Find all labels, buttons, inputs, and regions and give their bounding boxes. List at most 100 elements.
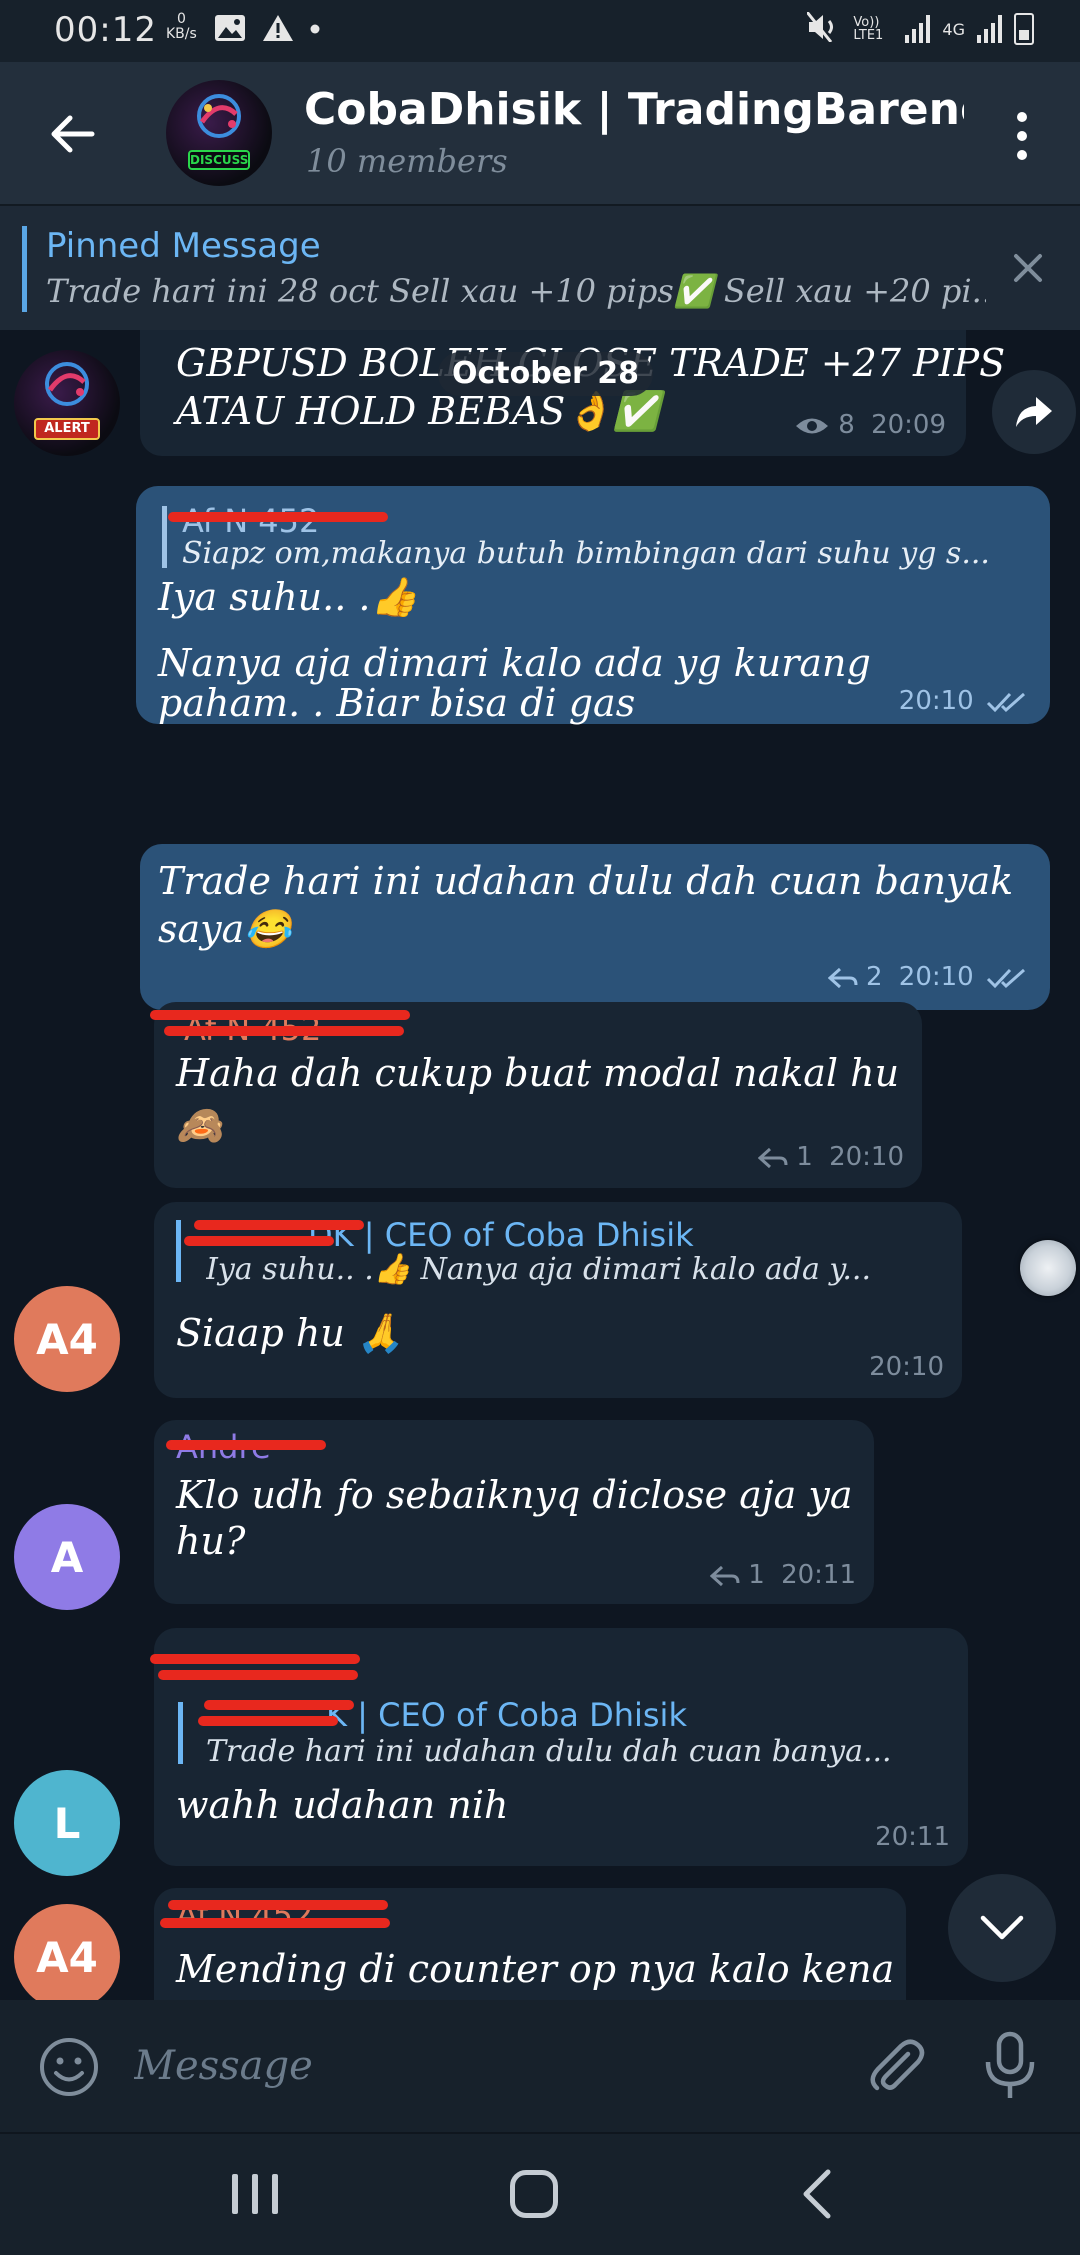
- quote-text: Siapz om,makanya butuh bimbingan dari su…: [182, 536, 990, 571]
- forward-button[interactable]: [992, 370, 1076, 454]
- message-meta: 20:10: [899, 686, 1030, 716]
- back-button[interactable]: [44, 106, 100, 162]
- message-text: 🙈: [176, 1103, 224, 1147]
- message-time: 20:11: [875, 1822, 950, 1852]
- emoji-icon[interactable]: [38, 2036, 100, 2098]
- message-bubble[interactable]: Andre Klo udh fo sebaiknyq diclose aja y…: [154, 1420, 874, 1604]
- status-bar: 00:12 0 KB/s Vo)) LTE1 4G: [0, 0, 1080, 62]
- sender-avatar[interactable]: L: [14, 1770, 120, 1876]
- date-separator: October 28: [438, 352, 654, 396]
- message-text: saya😂: [158, 907, 292, 951]
- volte-label: Vo)) LTE1: [853, 15, 884, 43]
- battery-icon: [1014, 13, 1034, 45]
- redaction-mark: [150, 1010, 410, 1020]
- quote-bar: [178, 1702, 183, 1764]
- quote-text: Trade hari ini udahan dulu dah cuan bany…: [206, 1734, 892, 1769]
- message-meta: 8 20:09: [794, 410, 946, 440]
- microphone-icon[interactable]: [982, 2030, 1038, 2102]
- quote-bar: [162, 506, 167, 568]
- system-navigation-bar: [0, 2132, 1080, 2255]
- redaction-mark: [164, 1026, 404, 1036]
- quote-bar: [176, 1220, 181, 1282]
- message-text: Mending di counter op nya kalo kena: [176, 1947, 895, 1991]
- more-options-button[interactable]: [1004, 112, 1040, 160]
- message-bubble[interactable]: Af N 452 Mending di counter op nya kalo …: [154, 1888, 906, 2000]
- message-text: hu?: [176, 1519, 246, 1563]
- sender-avatar[interactable]: A4: [14, 1904, 120, 2000]
- message-input[interactable]: [134, 2030, 834, 2102]
- message-text: Iya suhu.. .👍: [158, 575, 418, 619]
- sender-avatar-alert[interactable]: ALERT: [14, 350, 120, 456]
- chat-title[interactable]: CobaDhisik | TradingBarengK...: [304, 84, 964, 135]
- double-check-icon: [986, 692, 1025, 712]
- message-text: Trade hari ini udahan dulu dah cuan bany…: [158, 859, 1014, 903]
- scroll-to-bottom-button[interactable]: [948, 1874, 1056, 1982]
- nav-back-icon[interactable]: [796, 2168, 840, 2220]
- sender-avatar[interactable]: A4: [14, 1286, 120, 1392]
- message-list[interactable]: ALERT GBPUSD BOLEH CLOSE TRADE +27 PIPS …: [0, 330, 1080, 2000]
- message-meta: 2 20:10: [827, 962, 1030, 992]
- arrow-left-icon: [51, 115, 95, 153]
- quote-text: Iya suhu.. .👍 Nanya aja dimari kalo ada …: [206, 1252, 871, 1287]
- redaction-mark: [184, 1236, 334, 1246]
- message-bubble[interactable]: K | CEO of Coba Dhisik Trade hari ini ud…: [150, 1628, 968, 1866]
- pinned-message-bar[interactable]: Pinned Message Trade hari ini 28 oct Sel…: [0, 204, 1080, 330]
- signal-icon-2: [977, 15, 1002, 43]
- message-time: 20:10: [829, 1142, 904, 1172]
- message-text: paham. . Biar bisa di gas: [158, 681, 636, 725]
- redaction-mark: [160, 1918, 390, 1928]
- net-speed: 0 KB/s: [166, 11, 197, 42]
- floating-assistive-button[interactable]: [1020, 1240, 1076, 1296]
- share-icon: [1016, 397, 1052, 427]
- alert-tag: ALERT: [34, 418, 100, 440]
- bar: [232, 2174, 238, 2214]
- chevron-down-icon: [980, 1915, 1024, 1940]
- message-bubble[interactable]: DK | CEO of Coba Dhisik Iya suhu.. .👍 Na…: [154, 1202, 962, 1398]
- system-icons: Vo)) LTE1 4G: [806, 11, 1034, 46]
- message-time: 20:10: [898, 686, 974, 716]
- pinned-label: Pinned Message: [46, 226, 321, 266]
- close-icon[interactable]: [1006, 246, 1050, 290]
- alert-logo-icon: [45, 362, 89, 406]
- reply-count: 1: [748, 1560, 765, 1590]
- message-bubble-outgoing[interactable]: Trade hari ini udahan dulu dah cuan bany…: [140, 844, 1050, 1010]
- warning-icon: [262, 14, 294, 50]
- redaction-mark: [166, 1440, 326, 1450]
- recents-button[interactable]: [232, 2174, 278, 2214]
- dot: [1017, 131, 1027, 141]
- group-avatar[interactable]: DISCUSS: [166, 80, 272, 186]
- reply-icon: [827, 967, 858, 988]
- dot: [1017, 112, 1027, 122]
- bar: [272, 2174, 278, 2214]
- reply-icon: [757, 1147, 788, 1168]
- pinned-text: Trade hari ini 28 oct Sell xau +10 pips✅…: [46, 272, 986, 310]
- double-check-icon: [986, 968, 1025, 988]
- message-bubble[interactable]: Af N 452 Haha dah cukup buat modal nakal…: [150, 1002, 922, 1188]
- message-composer: [0, 2000, 1080, 2132]
- redaction-mark: [168, 512, 388, 522]
- chat-header: DISCUSS CobaDhisik | TradingBarengK... 1…: [0, 62, 1080, 204]
- message-time: 20:09: [871, 410, 946, 440]
- clock: 00:12: [54, 10, 157, 50]
- redaction-mark: [194, 1220, 364, 1230]
- reply-count: 2: [865, 962, 883, 992]
- message-text: Klo udh fo sebaiknyq diclose aja ya: [176, 1473, 853, 1517]
- message-text: wahh udahan nih: [176, 1783, 509, 1827]
- paperclip-icon[interactable]: [864, 2034, 928, 2098]
- sender-avatar[interactable]: A: [14, 1504, 120, 1610]
- message-text: Siaap hu 🙏: [176, 1311, 405, 1355]
- home-button[interactable]: [510, 2170, 558, 2218]
- message-bubble-outgoing[interactable]: Af N 452 Siapz om,makanya butuh bimbinga…: [136, 486, 1050, 725]
- member-count: 10 members: [306, 142, 508, 180]
- quote-sender: DK | CEO of Coba Dhisik: [308, 1216, 694, 1254]
- gallery-icon: [214, 14, 246, 50]
- quote-sender: K | CEO of Coba Dhisik: [326, 1696, 687, 1734]
- reply-count: 1: [796, 1142, 813, 1172]
- redaction-mark: [168, 1900, 388, 1910]
- message-meta: 1 20:10: [757, 1142, 904, 1172]
- message-text: Haha dah cukup buat modal nakal hu: [176, 1051, 900, 1095]
- mute-icon: [806, 11, 841, 46]
- message-time: 20:11: [781, 1560, 856, 1590]
- redaction-mark: [204, 1700, 354, 1710]
- view-count: 8: [838, 410, 855, 440]
